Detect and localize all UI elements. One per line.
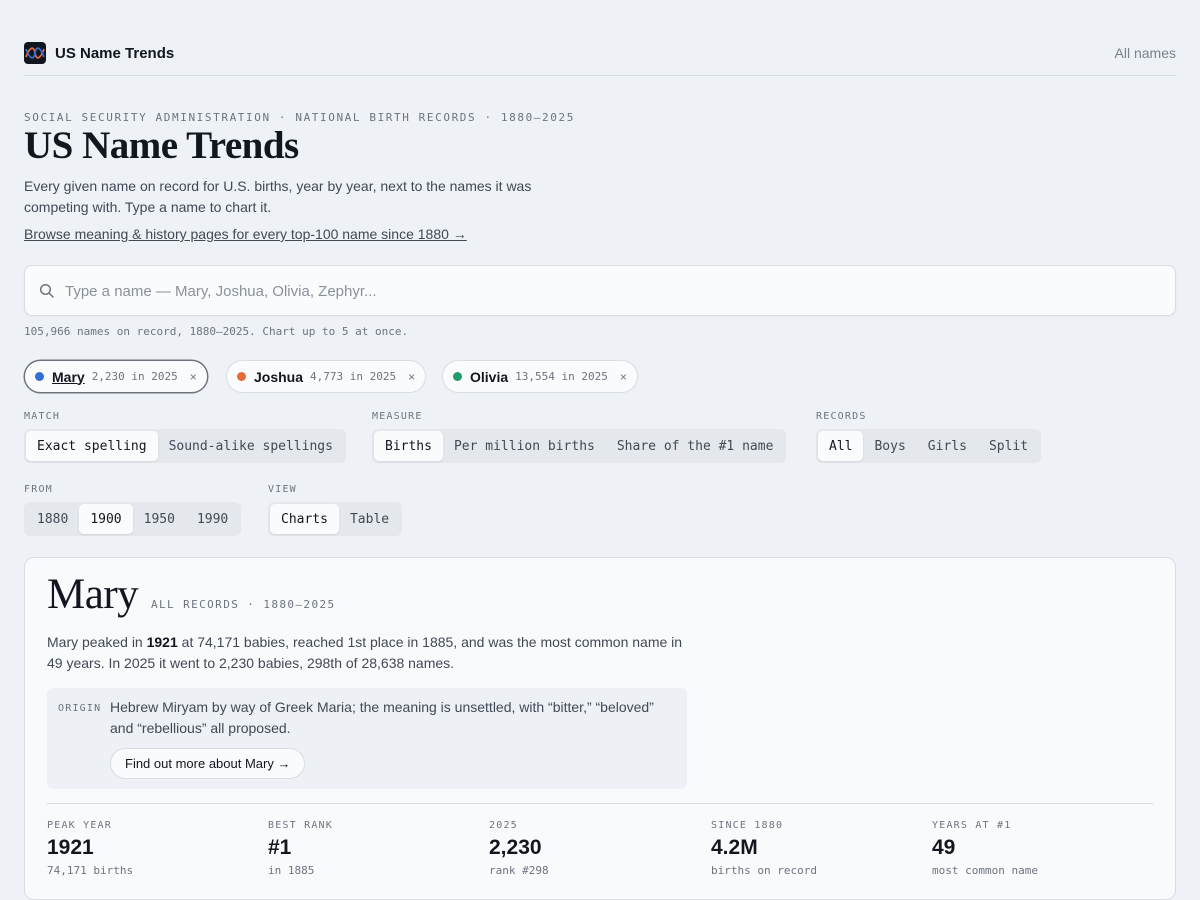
peak-year-highlight: 1921 [146, 634, 178, 650]
chip-name[interactable]: Joshua [254, 369, 303, 385]
close-icon[interactable]: × [620, 370, 627, 384]
from-1950-option[interactable]: 1950 [133, 504, 186, 534]
chip-count: 2,230 in 2025 [91, 370, 178, 383]
stat-2025: 2025 2,230 rank #298 [489, 820, 699, 877]
chip-name[interactable]: Mary [52, 369, 85, 385]
stat-peak-year: PEAK YEAR 1921 74,171 births [47, 820, 257, 877]
stat-note: most common name [932, 864, 1038, 877]
match-label: MATCH [24, 411, 61, 422]
search-box [24, 265, 1176, 316]
all-names-link[interactable]: All names [1115, 45, 1176, 61]
records-label: RECORDS [816, 411, 867, 422]
records-split-option[interactable]: Split [978, 431, 1039, 461]
measure-per-million-option[interactable]: Per million births [443, 431, 606, 461]
brand-name[interactable]: US Name Trends [55, 45, 174, 62]
stat-value: 1921 [47, 836, 94, 859]
from-1880-option[interactable]: 1880 [26, 504, 79, 534]
records-all-option[interactable]: All [818, 431, 864, 461]
search-input[interactable] [65, 278, 1155, 304]
origin-box: ORIGIN Hebrew Miryam by way of Greek Mar… [47, 688, 687, 789]
name-detail-card: Mary ALL RECORDS · 1880–2025 Mary peaked… [24, 557, 1176, 900]
from-label: FROM [24, 484, 53, 495]
stat-label: 2025 [489, 820, 518, 831]
stat-note: 74,171 births [47, 864, 134, 877]
stat-note: births on record [711, 864, 817, 877]
chip-count: 13,554 in 2025 [515, 370, 608, 383]
records-selector: All Boys Girls Split [816, 429, 1042, 463]
series-color-dot [35, 372, 44, 381]
series-color-dot [237, 372, 246, 381]
match-selector: Exact spelling Sound-alike spellings [24, 429, 346, 463]
top-bar: US Name Trends All names [24, 40, 1176, 76]
browse-meaning-link[interactable]: Browse meaning & history pages for every… [24, 226, 467, 242]
card-name-title: Mary [47, 571, 139, 618]
stats-divider [47, 803, 1153, 804]
view-table-option[interactable]: Table [339, 504, 400, 534]
page-title: US Name Trends [24, 124, 299, 167]
stat-since-1880: SINCE 1880 4.2M births on record [711, 820, 921, 877]
view-charts-option[interactable]: Charts [270, 504, 339, 534]
origin-text: Hebrew Miryam by way of Greek Maria; the… [110, 699, 654, 736]
search-icon [39, 283, 54, 298]
card-summary: Mary peaked in 1921 at 74,171 babies, re… [47, 634, 683, 671]
stat-value: 49 [932, 836, 956, 859]
stat-years-at-1: YEARS AT #1 49 most common name [932, 820, 1142, 877]
card-subtitle: ALL RECORDS · 1880–2025 [151, 598, 336, 611]
logo-icon[interactable] [24, 42, 46, 64]
view-selector: Charts Table [268, 502, 403, 536]
origin-label: ORIGIN [58, 703, 102, 714]
name-chip-joshua[interactable]: Joshua 4,773 in 2025 × [226, 360, 427, 393]
chip-name[interactable]: Olivia [470, 369, 508, 385]
stat-note: rank #298 [489, 864, 549, 877]
stat-label: SINCE 1880 [711, 820, 784, 831]
stat-label: BEST RANK [268, 820, 333, 831]
stat-label: PEAK YEAR [47, 820, 112, 831]
view-label: VIEW [268, 484, 297, 495]
records-girls-option[interactable]: Girls [917, 431, 978, 461]
match-soundalike-option[interactable]: Sound-alike spellings [158, 431, 344, 461]
search-hint: 105,966 names on record, 1880–2025. Char… [24, 325, 409, 338]
stat-value: 2,230 [489, 836, 542, 859]
find-out-more-button[interactable]: Find out more about Mary → [110, 748, 306, 779]
name-chip-mary[interactable]: Mary 2,230 in 2025 × [24, 360, 208, 393]
measure-share-option[interactable]: Share of the #1 name [606, 431, 785, 461]
chip-count: 4,773 in 2025 [310, 370, 397, 383]
stat-value: 4.2M [711, 836, 758, 859]
stat-value: #1 [268, 836, 292, 859]
stat-note: in 1885 [268, 864, 315, 877]
measure-selector: Births Per million births Share of the #… [372, 429, 787, 463]
close-icon[interactable]: × [408, 370, 415, 384]
match-exact-option[interactable]: Exact spelling [26, 431, 158, 461]
close-icon[interactable]: × [190, 370, 197, 384]
from-1900-option[interactable]: 1900 [79, 504, 133, 534]
from-selector: 1880 1900 1950 1990 [24, 502, 242, 536]
stat-label: YEARS AT #1 [932, 820, 1012, 831]
series-color-dot [453, 372, 462, 381]
measure-label: MEASURE [372, 411, 423, 422]
records-boys-option[interactable]: Boys [863, 431, 916, 461]
stat-best-rank: BEST RANK #1 in 1885 [268, 820, 478, 877]
from-1990-option[interactable]: 1990 [186, 504, 239, 534]
name-chip-olivia[interactable]: Olivia 13,554 in 2025 × [442, 360, 638, 393]
hero-description: Every given name on record for U.S. birt… [24, 178, 532, 215]
measure-births-option[interactable]: Births [374, 431, 443, 461]
